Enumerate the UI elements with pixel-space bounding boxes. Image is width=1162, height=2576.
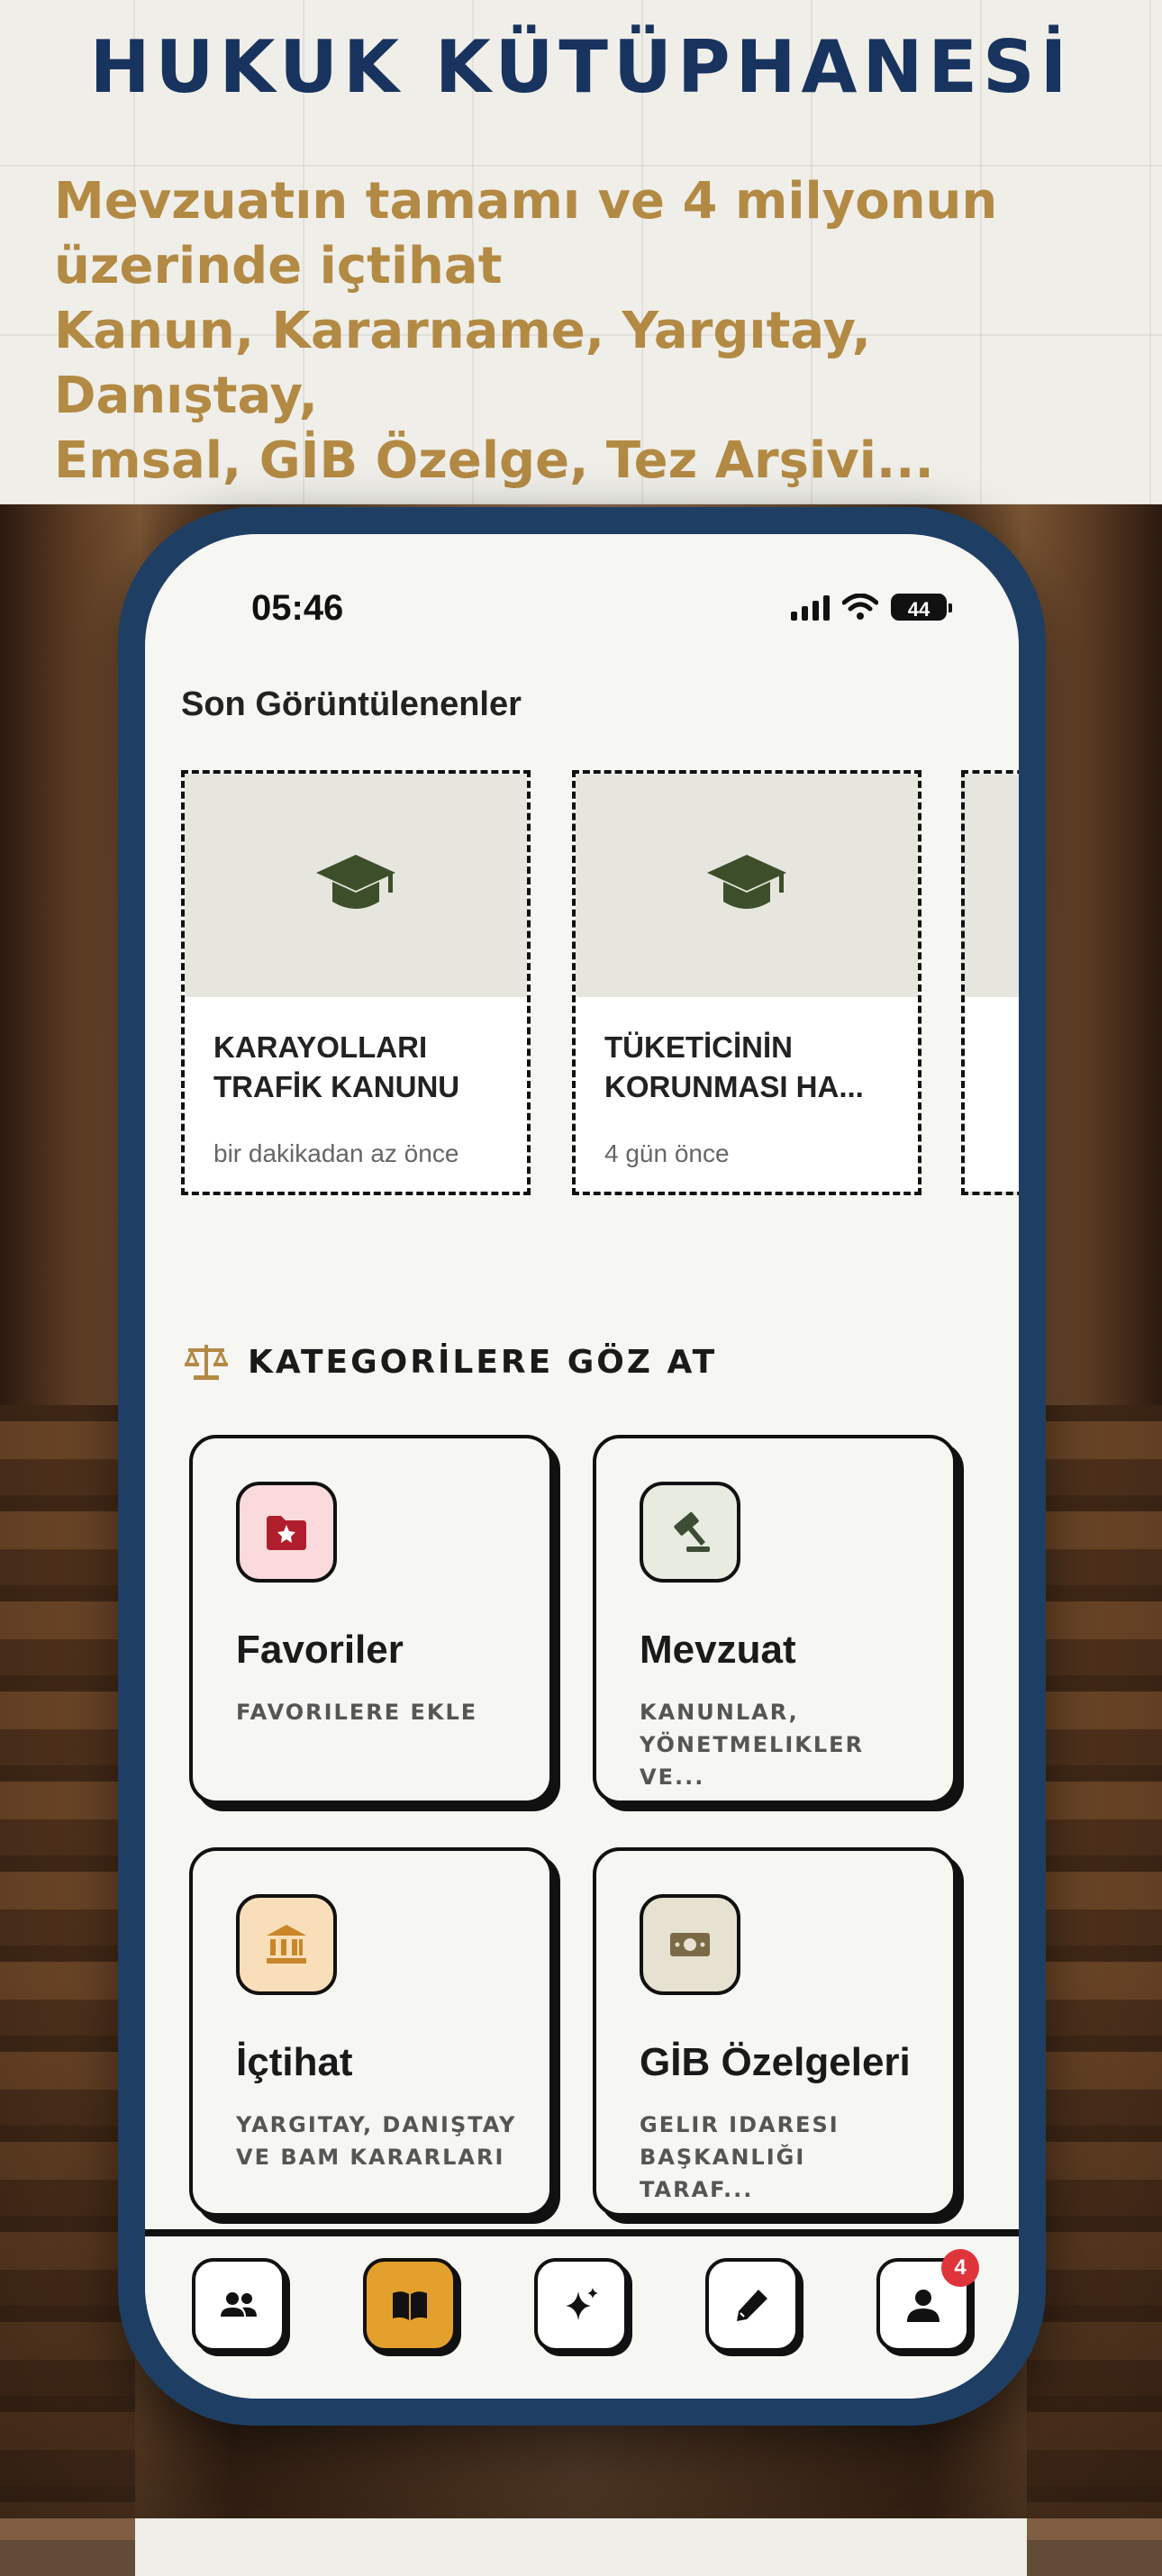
hero-subtitle-line: Mevzuatın tamamı ve 4 milyonun [54,172,998,231]
category-card-favorites[interactable]: Favoriler FAVORILERE EKLE [189,1435,553,1804]
recent-card-title: KARAYOLLARI TRAFİK KANUNU [213,1030,460,1103]
hero-subtitle-line: Emsal, GİB Özelge, Tez Arşivi... [54,431,934,490]
category-subtitle: FAVORILERE EKLE [236,1700,478,1725]
hero-title: HUKUK KÜTÜPHANESİ [89,25,1073,109]
bookshelf-left [0,1405,135,2576]
category-card-case-law[interactable]: İçtihat YARGITAY, DANIŞTAY VE BAM KARARL… [189,1847,553,2217]
phone-screen: 05:46 44 Son Görüntülenenler KARAYOLLARI… [145,534,1019,2399]
recent-card[interactable]: TÜKETİCİNİN KORUNMASI HA... 4 gün önce [572,770,921,1195]
nav-library-button[interactable] [363,2258,457,2352]
scale-icon [183,1341,230,1383]
categories-title: KATEGORİLERE GÖZ AT [248,1343,718,1381]
star-folder-icon [267,1516,306,1550]
category-card-tax-rulings[interactable]: GİB Özelgeleri GELIR IDARESI BAŞKANLIĞI … [593,1847,957,2217]
banknote-icon [670,1933,710,1956]
nav-write-button[interactable] [705,2258,799,2352]
category-title: Favoriler [236,1628,404,1672]
courthouse-icon [267,1925,306,1964]
category-icon-box [236,1482,337,1583]
notification-badge: 4 [941,2249,979,2287]
category-subtitle: GELIR IDARESI BAŞKANLIĞI TARAF... [640,2112,840,2202]
recent-card-partial[interactable] [961,770,1019,1195]
bottom-nav: 4 [145,2229,1019,2399]
category-title: Mevzuat [640,1628,796,1672]
category-subtitle: KANUNLAR, YÖNETMELIKLER VE... [640,1700,865,1790]
category-card-legislation[interactable]: Mevzuat KANUNLAR, YÖNETMELIKLER VE... [593,1435,957,1804]
wifi-icon [842,594,878,620]
signal-icon [791,594,830,621]
recent-card-thumbnail [185,774,527,997]
nav-profile-button[interactable]: 4 [876,2249,979,2352]
nav-ai-button[interactable] [534,2258,628,2352]
category-title: GİB Özelgeleri [640,2040,911,2084]
hero-subtitle-line: üzerinde içtihat [54,237,503,295]
book-icon [393,2291,427,2320]
recent-card-time: bir dakikadan az önce [213,1139,459,1167]
user-icon [907,2290,940,2322]
status-icons: 44 [791,594,952,621]
nav-users-button[interactable] [192,2258,286,2352]
sparkles-icon [566,2288,598,2320]
status-bar: 05:46 44 [145,588,1019,633]
bookshelf-right [1027,1405,1162,2576]
users-icon [221,2292,257,2317]
recent-card-thumbnail [576,774,918,997]
recent-card[interactable]: KARAYOLLARI TRAFİK KANUNU bir dakikadan … [181,770,531,1195]
hero-subtitle: Mevzuatın tamamı ve 4 milyonun üzerinde … [54,169,1135,494]
category-icon-box [640,1482,740,1583]
category-title: İçtihat [236,2040,353,2084]
recent-card-time: 4 gün önce [604,1139,730,1167]
phone-frame: 05:46 44 Son Görüntülenenler KARAYOLLARI… [118,507,1046,2426]
categories-header: KATEGORİLERE GÖZ AT [183,1341,717,1383]
hero-subtitle-line: Kanun, Kararname, Yargıtay, Danıştay, [54,302,871,425]
pen-icon [737,2290,767,2321]
graduation-cap-icon [707,855,786,909]
category-subtitle: YARGITAY, DANIŞTAY VE BAM KARARLARI [236,2112,517,2170]
gavel-icon [674,1511,710,1552]
recent-card-title: TÜKETİCİNİN KORUNMASI HA... [604,1030,864,1103]
category-icon-box [640,1894,740,1995]
status-time: 05:46 [251,588,344,628]
recent-section-title: Son Görüntülenenler [181,685,522,723]
battery-indicator: 44 [891,594,952,621]
graduation-cap-icon [316,855,395,909]
category-icon-box [236,1894,337,1995]
